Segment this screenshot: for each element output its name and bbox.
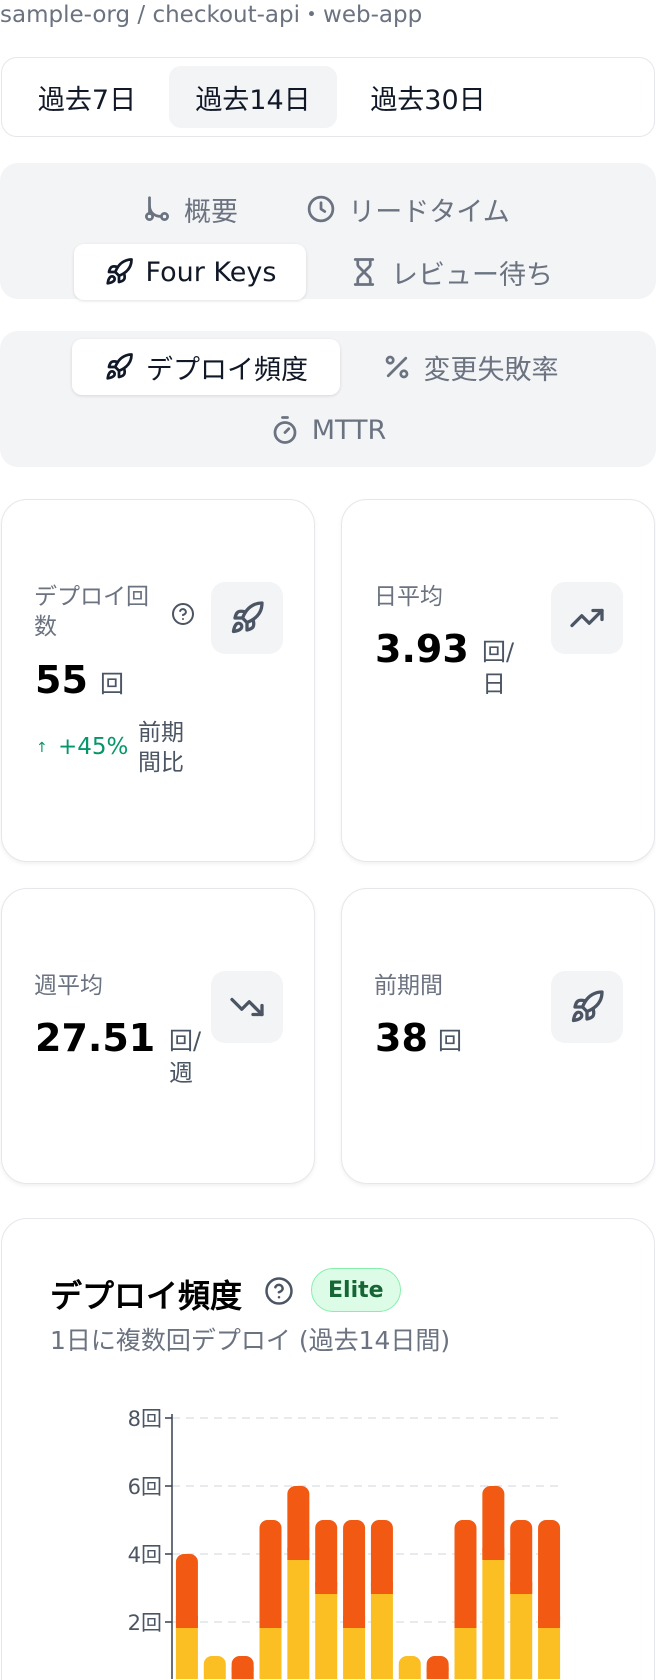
bar-segment <box>510 1588 533 1679</box>
bar-segment-base <box>370 1582 393 1594</box>
bar-segment <box>398 1656 421 1679</box>
previous-period-unit: 回 <box>438 1027 462 1055</box>
previous-period-value: 38 <box>375 1016 428 1060</box>
rocket-icon <box>231 601 264 634</box>
y-tick-label: 4回 <box>128 1543 162 1567</box>
daily-average-value: 3.93 <box>375 627 469 671</box>
timer-icon <box>273 416 297 444</box>
tab-four-keys-label: Four Keys <box>145 256 277 288</box>
trend-up-arrow-icon: ↑ <box>36 740 48 756</box>
breadcrumb: sample-org / checkout-api・web-app <box>0 2 423 28</box>
rocket-icon <box>106 353 133 380</box>
deploy-count-icon-box <box>211 582 283 654</box>
bar-segment <box>370 1588 393 1679</box>
tab-overview-label: 概要 <box>184 196 238 228</box>
weekly-average-value: 27.51 <box>35 1016 156 1060</box>
rocket-icon <box>571 990 604 1023</box>
weekly-average-unit: 回/週 <box>169 1027 202 1087</box>
y-tick-label: 8回 <box>128 1407 162 1431</box>
tab-review-wait-label: レビュー待ち <box>391 259 553 291</box>
tab-mttr-label: MTTR <box>311 414 387 446</box>
bar-segment-base <box>538 1616 561 1628</box>
bar-segment <box>175 1622 198 1679</box>
bar-segment-base <box>343 1616 366 1628</box>
period-30d-button[interactable]: 過去30日 <box>352 66 504 128</box>
daily-average-card: 日平均 3.93 回/日 <box>341 499 655 862</box>
deploy-count-card: デプロイ回数 55 回 ↑ +45% 前期間比 <box>1 499 315 862</box>
trending-down-icon <box>230 997 264 1017</box>
main-tabs: 概要 リードタイム Four Keys レビュー待ち <box>0 163 656 300</box>
git-branch-icon <box>145 196 169 221</box>
bar-segment-base <box>259 1616 282 1628</box>
bar-segment <box>287 1554 310 1679</box>
bar-segment-base <box>482 1548 505 1560</box>
deploy-count-label: デプロイ回数 <box>34 584 149 640</box>
hourglass-icon <box>353 258 375 286</box>
bar-segment <box>203 1656 226 1679</box>
bar-segment-base <box>510 1582 533 1594</box>
bar-segment-base <box>426 1667 449 1679</box>
weekly-average-card: 週平均 27.51 回/週 <box>1 888 315 1184</box>
y-tick-label: 6回 <box>128 1475 162 1499</box>
tab-four-keys[interactable]: Four Keys <box>74 244 306 300</box>
trending-up-icon <box>570 608 604 628</box>
deploy-frequency-chart: 2回 4回 6回 8回 <box>128 1407 562 1679</box>
period-selector: 過去7日 過去14日 過去30日 <box>1 57 655 137</box>
previous-period-card: 前期間 38 回 <box>341 888 655 1184</box>
help-circle-icon[interactable] <box>171 602 195 626</box>
bar-segment <box>454 1622 477 1679</box>
bar-segment-base <box>287 1548 310 1560</box>
tab-change-failure-rate[interactable]: 変更失敗率 <box>370 339 570 395</box>
tab-change-failure-rate-label: 変更失敗率 <box>423 354 559 386</box>
bar-segment-base <box>175 1616 198 1628</box>
daily-average-label: 日平均 <box>374 584 443 610</box>
bar-segment <box>343 1520 366 1628</box>
previous-period-icon-box <box>551 971 623 1043</box>
weekly-average-label: 週平均 <box>34 973 103 999</box>
daily-average-unit: 回/日 <box>482 638 515 698</box>
tab-lead-time[interactable]: リードタイム <box>292 181 524 237</box>
daily-average-icon-box <box>551 582 623 654</box>
bar-segment <box>538 1622 561 1679</box>
bar-segment <box>538 1520 561 1628</box>
tab-deploy-frequency[interactable]: デプロイ頻度 <box>72 339 340 395</box>
sub-tabs: デプロイ頻度 変更失敗率 MTTR <box>0 331 656 467</box>
rocket-icon <box>105 258 133 285</box>
bar-segment-base <box>315 1582 338 1594</box>
bar-segment <box>259 1520 282 1628</box>
bar-segment-base <box>454 1616 477 1628</box>
tab-deploy-frequency-label: デプロイ頻度 <box>146 354 308 386</box>
bar-segment-base <box>231 1667 254 1679</box>
deploy-count-trend-note: 前期間比 <box>138 720 184 776</box>
deploy-count-unit: 回 <box>100 670 124 698</box>
bar-segment <box>259 1622 282 1679</box>
y-tick-label: 2回 <box>128 1611 162 1635</box>
deploy-count-value: 55 <box>35 658 88 702</box>
clock-icon <box>308 195 335 223</box>
bar-segment <box>315 1588 338 1679</box>
deploy-frequency-chart-card: デプロイ頻度 Elite 1日に複数回デプロイ (過去14日間) 2回 4回 6回 8… <box>1 1218 655 1680</box>
period-14d-button[interactable]: 過去14日 <box>169 66 337 128</box>
bar-segment <box>343 1622 366 1679</box>
tab-mttr[interactable]: MTTR <box>262 402 394 458</box>
weekly-average-icon-box <box>211 971 283 1043</box>
bar-segment <box>482 1554 505 1679</box>
tab-review-wait[interactable]: レビュー待ち <box>336 244 566 300</box>
bar-segment <box>454 1520 477 1628</box>
previous-period-label: 前期間 <box>374 973 443 999</box>
percent-icon <box>385 355 408 379</box>
tab-lead-time-label: リードタイム <box>348 196 510 228</box>
deploy-count-trend: +45% <box>58 734 129 760</box>
period-7d-button[interactable]: 過去7日 <box>18 66 156 128</box>
tab-overview[interactable]: 概要 <box>130 181 250 237</box>
